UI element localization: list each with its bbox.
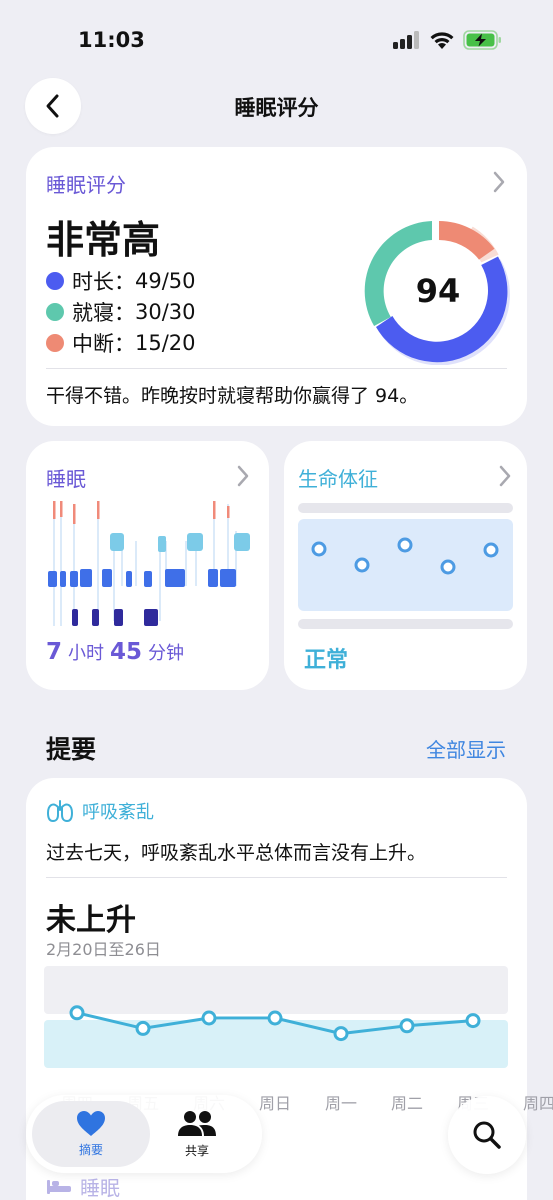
tab-sharing[interactable]: 共享	[138, 1101, 256, 1167]
vitals-chart	[298, 503, 513, 629]
sleep-minutes-unit: 分钟	[148, 643, 185, 664]
divider	[46, 368, 507, 369]
page-title: 睡眠评分	[234, 96, 319, 120]
heart-icon	[77, 1111, 105, 1136]
sleep-duration: 7 小时 45 分钟	[46, 639, 184, 665]
status-icons	[393, 30, 503, 50]
day-label: 周四	[522, 1094, 553, 1113]
breathing-category-label: 呼吸紊乱	[82, 802, 154, 823]
breathing-date-range: 2月20日至26日	[46, 940, 161, 959]
status-time: 11:03	[78, 28, 145, 52]
metric-value: 49/50	[135, 269, 196, 293]
metric-label: 时长：	[72, 270, 135, 294]
breathing-data-point	[399, 1018, 415, 1034]
bedtime-dot	[46, 303, 64, 321]
day-label: 周一	[324, 1094, 357, 1113]
divider	[46, 877, 507, 878]
sleep-minutes: 45	[110, 639, 143, 665]
chevron-right-icon	[237, 465, 249, 487]
breathing-data-point	[135, 1020, 151, 1036]
sleep-stages-chart	[48, 501, 250, 626]
sleep-card[interactable]: 睡眠 7 小时 45 分钟	[26, 441, 269, 690]
next-card-label: 睡眠	[80, 1176, 120, 1200]
tab-sharing-label: 共享	[184, 1143, 209, 1158]
breathing-data-point	[465, 1013, 481, 1029]
next-card-peek: 睡眠	[46, 1172, 120, 1200]
breathing-data-point	[201, 1010, 217, 1026]
interruptions-segment	[439, 221, 495, 260]
day-label: 周二	[390, 1094, 423, 1113]
metric-duration: 时长： 49/50	[46, 266, 196, 296]
breathing-chart	[44, 966, 508, 1068]
chevron-right-icon	[493, 171, 505, 193]
breathing-result: 未上升	[46, 903, 136, 938]
chevron-right-icon	[499, 465, 511, 487]
navigation-bar: 睡眠评分	[0, 78, 553, 134]
sleep-score-ring: 94	[364, 221, 510, 365]
breathing-data-point	[69, 1005, 85, 1021]
show-all-link[interactable]: 全部显示	[426, 734, 506, 763]
day-label: 周日	[258, 1094, 291, 1113]
breathing-data-point	[267, 1010, 283, 1026]
metric-label: 就寝：	[72, 301, 135, 325]
sleep-hours-unit: 小时	[68, 643, 105, 664]
metric-value: 15/20	[135, 331, 196, 355]
sleep-score-label: 睡眠评分	[46, 173, 126, 197]
lungs-icon	[46, 800, 74, 823]
search-icon	[473, 1121, 501, 1149]
summary-section-title: 提要	[46, 735, 97, 764]
metric-label: 中断：	[72, 332, 135, 356]
sleep-hours: 7	[46, 639, 63, 665]
breathing-description: 过去七天，呼吸紊乱水平总体而言没有上升。	[46, 842, 427, 864]
search-button[interactable]	[448, 1096, 526, 1174]
vitals-card[interactable]: 生命体征 正常	[284, 441, 527, 690]
sleep-score-value: 94	[416, 272, 461, 310]
metric-value: 30/30	[135, 300, 196, 324]
duration-dot	[46, 272, 64, 290]
bed-icon	[47, 1179, 71, 1194]
sleep-score-card[interactable]: 睡眠评分 非常高 时长： 49/50 就寝： 30/30 中断： 15/20 9…	[26, 147, 527, 426]
vitals-status: 正常	[304, 648, 349, 673]
breathing-data-point	[333, 1026, 349, 1042]
tab-summary-label: 摘要	[78, 1143, 103, 1157]
sleep-score-level: 非常高	[46, 218, 161, 262]
cellular-signal-icon	[393, 31, 419, 49]
status-bar: 11:03	[0, 0, 553, 80]
breathing-category: 呼吸紊乱	[46, 798, 154, 824]
metric-bedtime: 就寝： 30/30	[46, 297, 196, 327]
sleep-card-title: 睡眠	[46, 467, 86, 491]
tab-bar: 摘要 共享	[26, 1095, 262, 1173]
metric-interruptions: 中断： 15/20	[46, 328, 196, 358]
tab-summary[interactable]: 摘要	[32, 1101, 150, 1167]
vitals-card-title: 生命体征	[298, 467, 378, 491]
battery-charging-icon	[463, 30, 501, 50]
people-icon	[178, 1110, 216, 1136]
sleep-score-summary: 干得不错。昨晚按时就寝帮助你赢得了 94。	[46, 385, 419, 407]
wifi-icon	[430, 31, 454, 49]
interruptions-dot	[46, 334, 64, 352]
